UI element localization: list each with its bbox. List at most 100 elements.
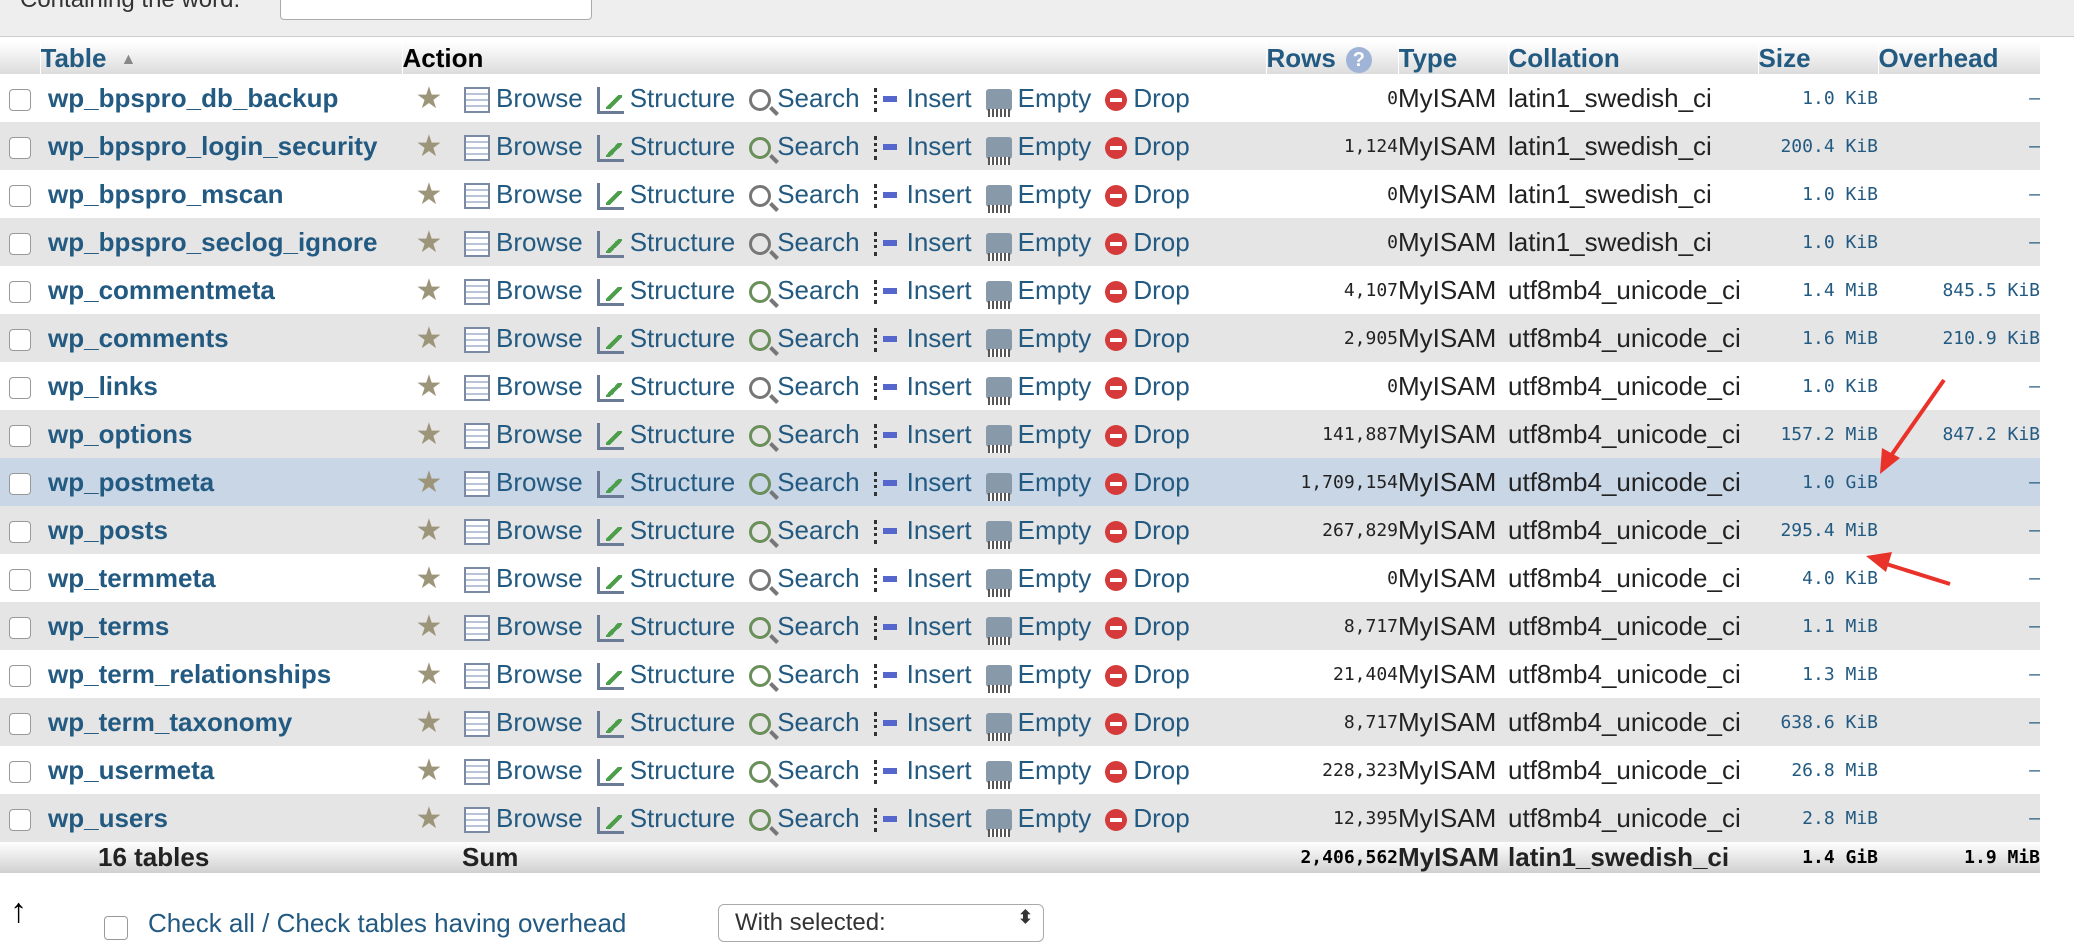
empty-action[interactable]: Empty: [985, 131, 1091, 166]
empty-action[interactable]: Empty: [985, 803, 1091, 838]
favorite-star-icon[interactable]: ★: [402, 506, 456, 554]
table-name-link[interactable]: wp_termmeta: [40, 563, 216, 593]
table-size[interactable]: 157.2 MiB: [1758, 410, 1878, 458]
table-name-link[interactable]: wp_links: [40, 371, 158, 401]
row-checkbox[interactable]: [9, 760, 31, 783]
table-size[interactable]: 638.6 KiB: [1758, 698, 1878, 746]
table-row[interactable]: wp_bpspro_seclog_ignore ★ Browse Structure S…: [0, 218, 2041, 266]
table-row[interactable]: wp_term_relationships ★ Browse Structure Sea…: [0, 650, 2041, 698]
browse-action[interactable]: Browse: [464, 275, 583, 306]
search-action[interactable]: Search: [749, 419, 860, 450]
search-action[interactable]: Search: [749, 803, 860, 834]
browse-action[interactable]: Browse: [464, 611, 583, 642]
favorite-star-icon[interactable]: ★: [402, 74, 456, 122]
structure-action[interactable]: Structure: [596, 419, 735, 450]
search-action[interactable]: Search: [749, 275, 860, 306]
browse-action[interactable]: Browse: [464, 515, 583, 546]
table-row[interactable]: wp_bpspro_mscan ★ Browse Structure Search Ins…: [0, 170, 2041, 218]
search-action[interactable]: Search: [749, 179, 860, 210]
favorite-star-icon[interactable]: ★: [402, 410, 456, 458]
insert-action[interactable]: Insert: [873, 515, 972, 546]
structure-action[interactable]: Structure: [596, 227, 735, 258]
insert-action[interactable]: Insert: [873, 611, 972, 642]
table-name-link[interactable]: wp_posts: [40, 515, 168, 545]
empty-action[interactable]: Empty: [985, 227, 1091, 262]
table-row[interactable]: wp_termmeta ★ Browse Structure Search Insert E…: [0, 554, 2041, 602]
favorite-star-icon[interactable]: ★: [402, 650, 456, 698]
favorite-star-icon[interactable]: ★: [402, 266, 456, 314]
col-collation[interactable]: Collation: [1508, 42, 1759, 74]
table-size[interactable]: 1.6 MiB: [1758, 314, 1878, 362]
table-size[interactable]: 1.4 MiB: [1758, 266, 1878, 314]
structure-action[interactable]: Structure: [596, 371, 735, 402]
empty-action[interactable]: Empty: [985, 515, 1091, 550]
browse-action[interactable]: Browse: [464, 659, 583, 690]
browse-action[interactable]: Browse: [464, 227, 583, 258]
drop-action[interactable]: Drop: [1105, 419, 1190, 450]
table-name-link[interactable]: wp_usermeta: [40, 755, 214, 785]
search-action[interactable]: Search: [749, 707, 860, 738]
empty-action[interactable]: Empty: [985, 275, 1091, 310]
table-name-link[interactable]: wp_bpspro_seclog_ignore: [40, 227, 377, 257]
table-name-link[interactable]: wp_bpspro_mscan: [40, 179, 284, 209]
drop-action[interactable]: Drop: [1105, 755, 1190, 786]
table-size[interactable]: 1.1 MiB: [1758, 602, 1878, 650]
insert-action[interactable]: Insert: [873, 803, 972, 834]
favorite-star-icon[interactable]: ★: [402, 698, 456, 746]
drop-action[interactable]: Drop: [1105, 179, 1190, 210]
row-checkbox[interactable]: [9, 472, 31, 495]
empty-action[interactable]: Empty: [985, 707, 1091, 742]
empty-action[interactable]: Empty: [985, 179, 1091, 214]
drop-action[interactable]: Drop: [1105, 611, 1190, 642]
browse-action[interactable]: Browse: [464, 179, 583, 210]
structure-action[interactable]: Structure: [596, 563, 735, 594]
table-row[interactable]: wp_usermeta ★ Browse Structure Search Insert E…: [0, 746, 2041, 794]
insert-action[interactable]: Insert: [873, 323, 972, 354]
row-checkbox[interactable]: [9, 568, 31, 591]
row-checkbox[interactable]: [9, 184, 31, 207]
insert-action[interactable]: Insert: [873, 659, 972, 690]
search-action[interactable]: Search: [749, 755, 860, 786]
search-action[interactable]: Search: [749, 563, 860, 594]
check-overhead-link[interactable]: Check tables having overhead: [277, 908, 627, 938]
table-row[interactable]: wp_postmeta ★ Browse Structure Search Insert E…: [0, 458, 2041, 506]
row-checkbox[interactable]: [9, 808, 31, 831]
table-row[interactable]: wp_terms ★ Browse Structure Search Insert Empt…: [0, 602, 2041, 650]
drop-action[interactable]: Drop: [1105, 659, 1190, 690]
favorite-star-icon[interactable]: ★: [402, 314, 456, 362]
structure-action[interactable]: Structure: [596, 803, 735, 834]
help-icon[interactable]: ?: [1345, 46, 1372, 73]
table-name-link[interactable]: wp_postmeta: [40, 467, 214, 497]
table-name-link[interactable]: wp_term_taxonomy: [40, 707, 292, 737]
search-action[interactable]: Search: [749, 515, 860, 546]
structure-action[interactable]: Structure: [596, 131, 735, 162]
table-size[interactable]: 4.0 KiB: [1758, 554, 1878, 602]
table-size[interactable]: 1.3 MiB: [1758, 650, 1878, 698]
insert-action[interactable]: Insert: [873, 707, 972, 738]
table-row[interactable]: wp_term_taxonomy ★ Browse Structure Search In…: [0, 698, 2041, 746]
drop-action[interactable]: Drop: [1105, 371, 1190, 402]
table-size[interactable]: 1.0 GiB: [1758, 458, 1878, 506]
table-row[interactable]: wp_commentmeta ★ Browse Structure Search Inse…: [0, 266, 2041, 314]
structure-action[interactable]: Structure: [596, 179, 735, 210]
favorite-star-icon[interactable]: ★: [402, 602, 456, 650]
table-name-link[interactable]: wp_term_relationships: [40, 659, 331, 689]
col-type[interactable]: Type: [1398, 42, 1509, 74]
row-checkbox[interactable]: [9, 280, 31, 303]
table-size[interactable]: 1.0 KiB: [1758, 74, 1878, 122]
empty-action[interactable]: Empty: [985, 371, 1091, 406]
insert-action[interactable]: Insert: [873, 179, 972, 210]
table-name-link[interactable]: wp_users: [40, 803, 168, 833]
search-action[interactable]: Search: [749, 227, 860, 258]
favorite-star-icon[interactable]: ★: [402, 218, 456, 266]
table-name-link[interactable]: wp_commentmeta: [40, 275, 275, 305]
insert-action[interactable]: Insert: [873, 371, 972, 402]
search-action[interactable]: Search: [749, 371, 860, 402]
table-size[interactable]: 2.8 MiB: [1758, 794, 1878, 842]
col-size[interactable]: Size: [1758, 42, 1879, 74]
table-size[interactable]: 1.0 KiB: [1758, 170, 1878, 218]
filter-input[interactable]: [280, 0, 592, 20]
row-checkbox[interactable]: [9, 136, 31, 159]
browse-action[interactable]: Browse: [464, 563, 583, 594]
table-row[interactable]: wp_bpspro_db_backup ★ Browse Structure Searc…: [0, 74, 2041, 122]
